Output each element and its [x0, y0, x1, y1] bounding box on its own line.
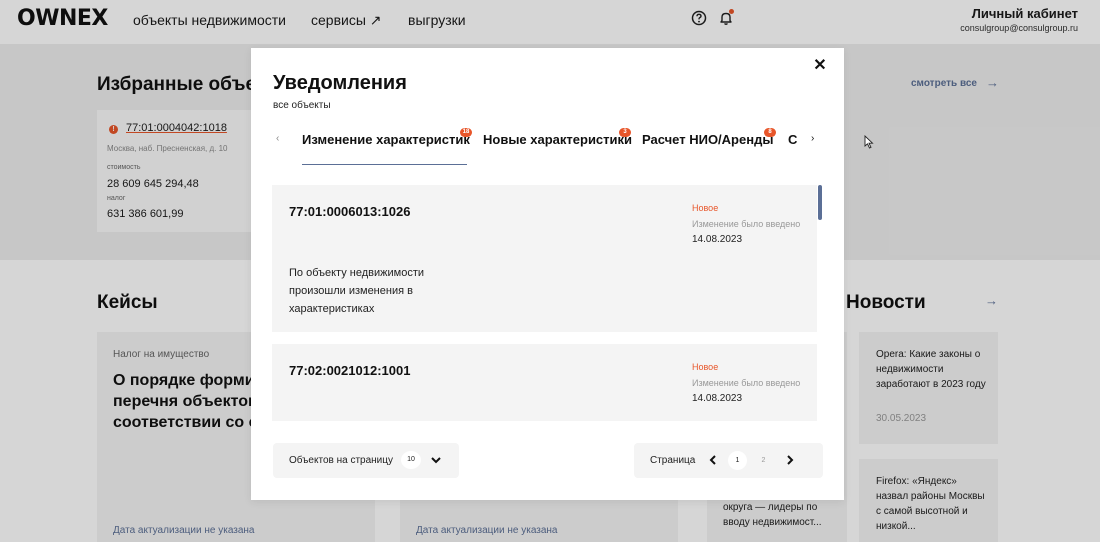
page-button-2[interactable]: 2 — [754, 451, 773, 470]
notification-text: По объекту недвижимости произошли измене… — [289, 267, 425, 315]
pagination: Страница 1 2 — [634, 443, 823, 478]
tab-nio-rent-calc[interactable]: Расчет НИО/Аренды 8 — [642, 128, 776, 165]
notifications-modal: Уведомления все объекты ✕ ‹ Изменение ха… — [251, 48, 844, 500]
notification-date: 14.08.2023 — [692, 393, 743, 404]
mouse-cursor-icon — [864, 135, 874, 149]
tab-characteristics-change[interactable]: Изменение характеристик 18 — [302, 128, 472, 165]
scrollbar-thumb[interactable] — [818, 185, 822, 220]
tab-label: Расчет НИО/Аренды — [642, 132, 774, 147]
tab-label: С — [788, 132, 798, 147]
notification-status: Новое — [692, 362, 719, 372]
notification-change-label: Изменение было введено — [692, 219, 801, 229]
tab-label: Изменение характеристик — [302, 132, 470, 147]
tabs-next-icon[interactable]: › — [811, 133, 814, 144]
tab-label: Новые характеристики — [483, 132, 633, 147]
notification-item[interactable]: 77:01:0006013:1026 Новое Изменение было … — [272, 185, 817, 332]
page-label: Страница — [650, 455, 696, 466]
scrollbar-track[interactable] — [817, 185, 823, 421]
chevron-left-icon[interactable] — [707, 454, 719, 466]
notification-change-label: Изменение было введено — [692, 378, 801, 388]
modal-subtitle: все объекты — [273, 100, 331, 111]
tab-badge: 3 — [619, 128, 631, 137]
tab-badge: 8 — [764, 128, 776, 137]
close-button[interactable]: ✕ — [812, 58, 828, 74]
tabs-bar: Изменение характеристик 18 Новые характе… — [302, 128, 799, 165]
notification-status: Новое — [692, 203, 719, 213]
tab-more[interactable]: С — [788, 132, 797, 165]
notification-cadastral[interactable]: 77:02:0021012:1001 — [289, 363, 410, 378]
notification-date: 14.08.2023 — [692, 234, 743, 245]
per-page-label: Объектов на страницу — [289, 455, 393, 466]
per-page-selector[interactable]: Объектов на страницу 10 — [273, 443, 459, 478]
notification-item[interactable]: 77:02:0021012:1001 Новое Изменение было … — [272, 344, 817, 421]
notification-cadastral[interactable]: 77:01:0006013:1026 — [289, 204, 410, 219]
chevron-down-icon[interactable] — [430, 454, 442, 466]
per-page-value[interactable]: 10 — [401, 451, 421, 469]
page-button-1[interactable]: 1 — [728, 451, 747, 470]
tab-badge: 18 — [460, 128, 472, 137]
modal-title: Уведомления — [273, 72, 407, 94]
tabs-prev-icon[interactable]: ‹ — [276, 133, 279, 144]
notifications-list[interactable]: 77:01:0006013:1026 Новое Изменение было … — [272, 185, 817, 421]
tab-new-characteristics[interactable]: Новые характеристики 3 — [483, 128, 633, 165]
chevron-right-icon[interactable] — [784, 454, 796, 466]
